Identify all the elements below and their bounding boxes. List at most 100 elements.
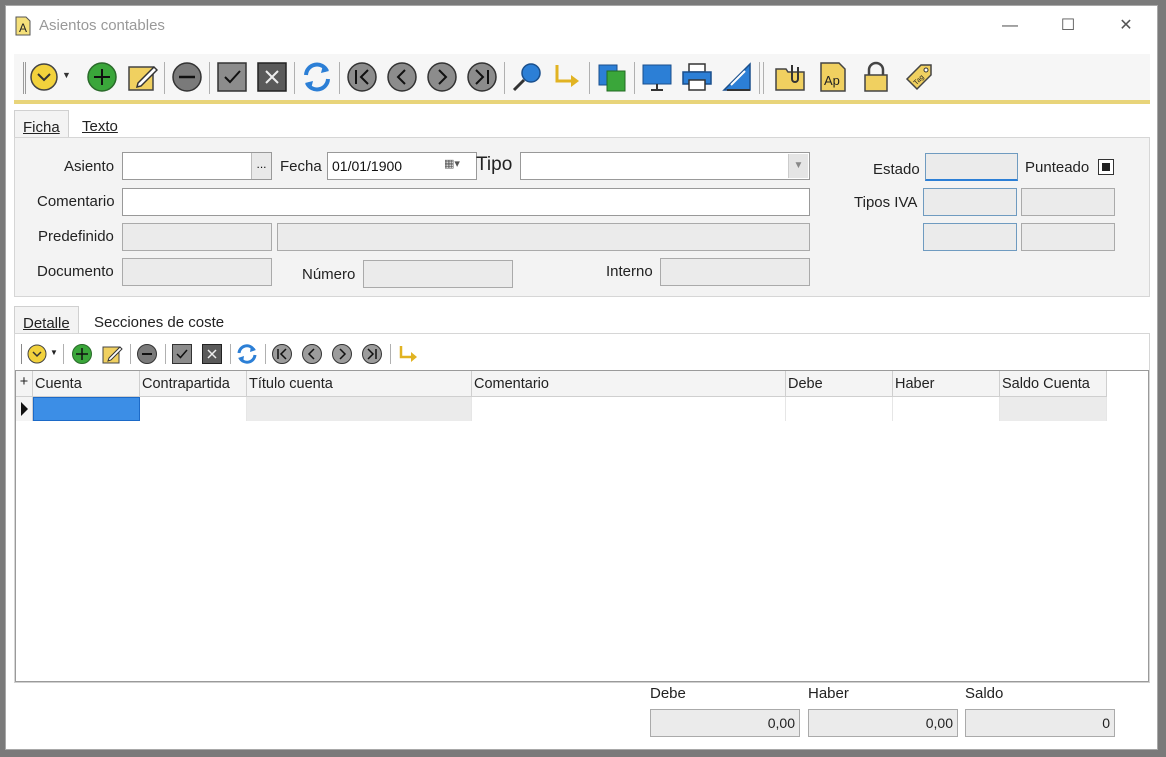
total-debe-label: Debe: [650, 685, 686, 702]
attach-icon[interactable]: [774, 61, 806, 93]
cell-titulo-cuenta: [247, 397, 472, 421]
interno-field[interactable]: [660, 258, 810, 286]
detail-toolbar: ▼: [21, 340, 1145, 368]
column-header-contrapartida[interactable]: Contrapartida: [140, 371, 247, 397]
delete-icon[interactable]: [136, 343, 158, 365]
tipos-iva-field-3[interactable]: [923, 223, 1017, 251]
add-column-button[interactable]: +: [16, 371, 33, 397]
numero-label: Número: [302, 266, 356, 283]
comentario-input[interactable]: [122, 188, 810, 216]
close-button[interactable]: ✕: [1116, 16, 1136, 36]
column-header-cuenta[interactable]: Cuenta: [33, 371, 140, 397]
total-saldo-field: 0: [965, 709, 1115, 737]
maximize-button[interactable]: ☐: [1058, 16, 1078, 36]
toolbar-grip[interactable]: [23, 62, 26, 94]
tab-texto[interactable]: Texto: [74, 110, 126, 140]
asiento-lookup-button[interactable]: ...: [251, 153, 271, 179]
column-header-comentario[interactable]: Comentario: [472, 371, 786, 397]
documento-field[interactable]: [122, 258, 272, 286]
chevron-down-icon[interactable]: ▼: [62, 70, 71, 80]
comentario-label: Comentario: [37, 193, 115, 210]
confirm-icon[interactable]: [216, 61, 248, 93]
column-header-saldo-cuenta[interactable]: Saldo Cuenta: [1000, 371, 1107, 397]
refresh-icon[interactable]: [301, 61, 333, 93]
estado-label: Estado: [873, 161, 920, 178]
numero-field[interactable]: [363, 260, 513, 288]
chevron-down-icon[interactable]: ▼: [788, 154, 808, 178]
svg-text:Ap: Ap: [824, 73, 840, 88]
first-icon[interactable]: [346, 61, 378, 93]
previous-icon[interactable]: [386, 61, 418, 93]
detail-tabs: Detalle Secciones de coste: [14, 306, 1150, 336]
refresh-icon[interactable]: [236, 343, 258, 365]
total-saldo-label: Saldo: [965, 685, 1004, 702]
table-row[interactable]: [16, 397, 1148, 421]
next-icon[interactable]: [426, 61, 458, 93]
previous-icon[interactable]: [301, 343, 323, 365]
tab-detalle[interactable]: Detalle: [14, 306, 79, 336]
window-title: Asientos contables: [39, 17, 165, 34]
next-icon[interactable]: [331, 343, 353, 365]
cancel-icon[interactable]: [201, 343, 223, 365]
jump-icon[interactable]: [551, 61, 583, 93]
minimize-button[interactable]: —: [1000, 16, 1020, 36]
predefinido-code-field[interactable]: [122, 223, 272, 251]
tipos-iva-field-4: [1021, 223, 1115, 251]
svg-text:A: A: [19, 21, 27, 35]
main-window: A Asientos contables — ☐ ✕ ▼ Ap Tag Fich…: [5, 5, 1158, 750]
tipo-label: Tipo: [476, 154, 513, 175]
add-icon[interactable]: [86, 61, 118, 93]
tipos-iva-label: Tipos IVA: [854, 194, 918, 211]
interno-label: Interno: [606, 263, 653, 280]
edit-icon[interactable]: [126, 61, 158, 93]
grid-header: + Cuenta Contrapartida Título cuenta Com…: [16, 371, 1148, 397]
dropdown-menu-icon[interactable]: [27, 343, 49, 365]
column-header-haber[interactable]: Haber: [893, 371, 1000, 397]
fecha-label: Fecha: [280, 158, 322, 175]
cancel-icon[interactable]: [256, 61, 288, 93]
last-icon[interactable]: [466, 61, 498, 93]
total-haber-label: Haber: [808, 685, 849, 702]
cell-haber[interactable]: [893, 397, 1000, 421]
tipos-iva-field-2: [1021, 188, 1115, 216]
chevron-down-icon[interactable]: ▼: [50, 348, 58, 357]
column-header-debe[interactable]: Debe: [786, 371, 893, 397]
dropdown-menu-icon[interactable]: [30, 61, 62, 93]
copy-icon[interactable]: [596, 61, 628, 93]
main-toolbar: ▼ Ap Tag: [14, 54, 1150, 104]
row-indicator[interactable]: [16, 397, 33, 421]
tab-secciones-coste[interactable]: Secciones de coste: [86, 306, 232, 336]
column-header-titulo-cuenta[interactable]: Título cuenta: [247, 371, 472, 397]
edit-icon[interactable]: [101, 343, 123, 365]
detail-grid: + Cuenta Contrapartida Título cuenta Com…: [15, 370, 1149, 682]
tag-icon[interactable]: Tag: [903, 61, 935, 93]
screen-icon[interactable]: [641, 61, 673, 93]
cell-contrapartida[interactable]: [140, 397, 247, 421]
first-icon[interactable]: [271, 343, 293, 365]
cell-debe[interactable]: [786, 397, 893, 421]
estado-field[interactable]: [925, 153, 1018, 181]
punteado-checkbox[interactable]: [1098, 159, 1114, 175]
predefinido-desc-field: [277, 223, 810, 251]
tipo-select[interactable]: ▼: [520, 152, 810, 180]
design-icon[interactable]: [721, 61, 753, 93]
print-icon[interactable]: [681, 61, 713, 93]
ap-icon[interactable]: Ap: [817, 61, 849, 93]
total-debe-field: 0,00: [650, 709, 800, 737]
total-haber-field: 0,00: [808, 709, 958, 737]
cell-comentario[interactable]: [472, 397, 786, 421]
cell-cuenta[interactable]: [33, 397, 140, 421]
detalle-panel: ▼ + Cuenta Contrapartida Título cuenta C…: [14, 333, 1150, 683]
calendar-icon[interactable]: ▦▾: [444, 157, 474, 175]
last-icon[interactable]: [361, 343, 383, 365]
confirm-icon[interactable]: [171, 343, 193, 365]
tab-ficha[interactable]: Ficha: [14, 110, 69, 140]
lock-icon[interactable]: [860, 61, 892, 93]
search-icon[interactable]: [511, 61, 543, 93]
fecha-input[interactable]: 01/01/1900 ▦▾: [327, 152, 477, 180]
tipos-iva-field-1[interactable]: [923, 188, 1017, 216]
delete-icon[interactable]: [171, 61, 203, 93]
asiento-input[interactable]: ...: [122, 152, 272, 180]
add-icon[interactable]: [71, 343, 93, 365]
jump-icon[interactable]: [397, 343, 419, 365]
